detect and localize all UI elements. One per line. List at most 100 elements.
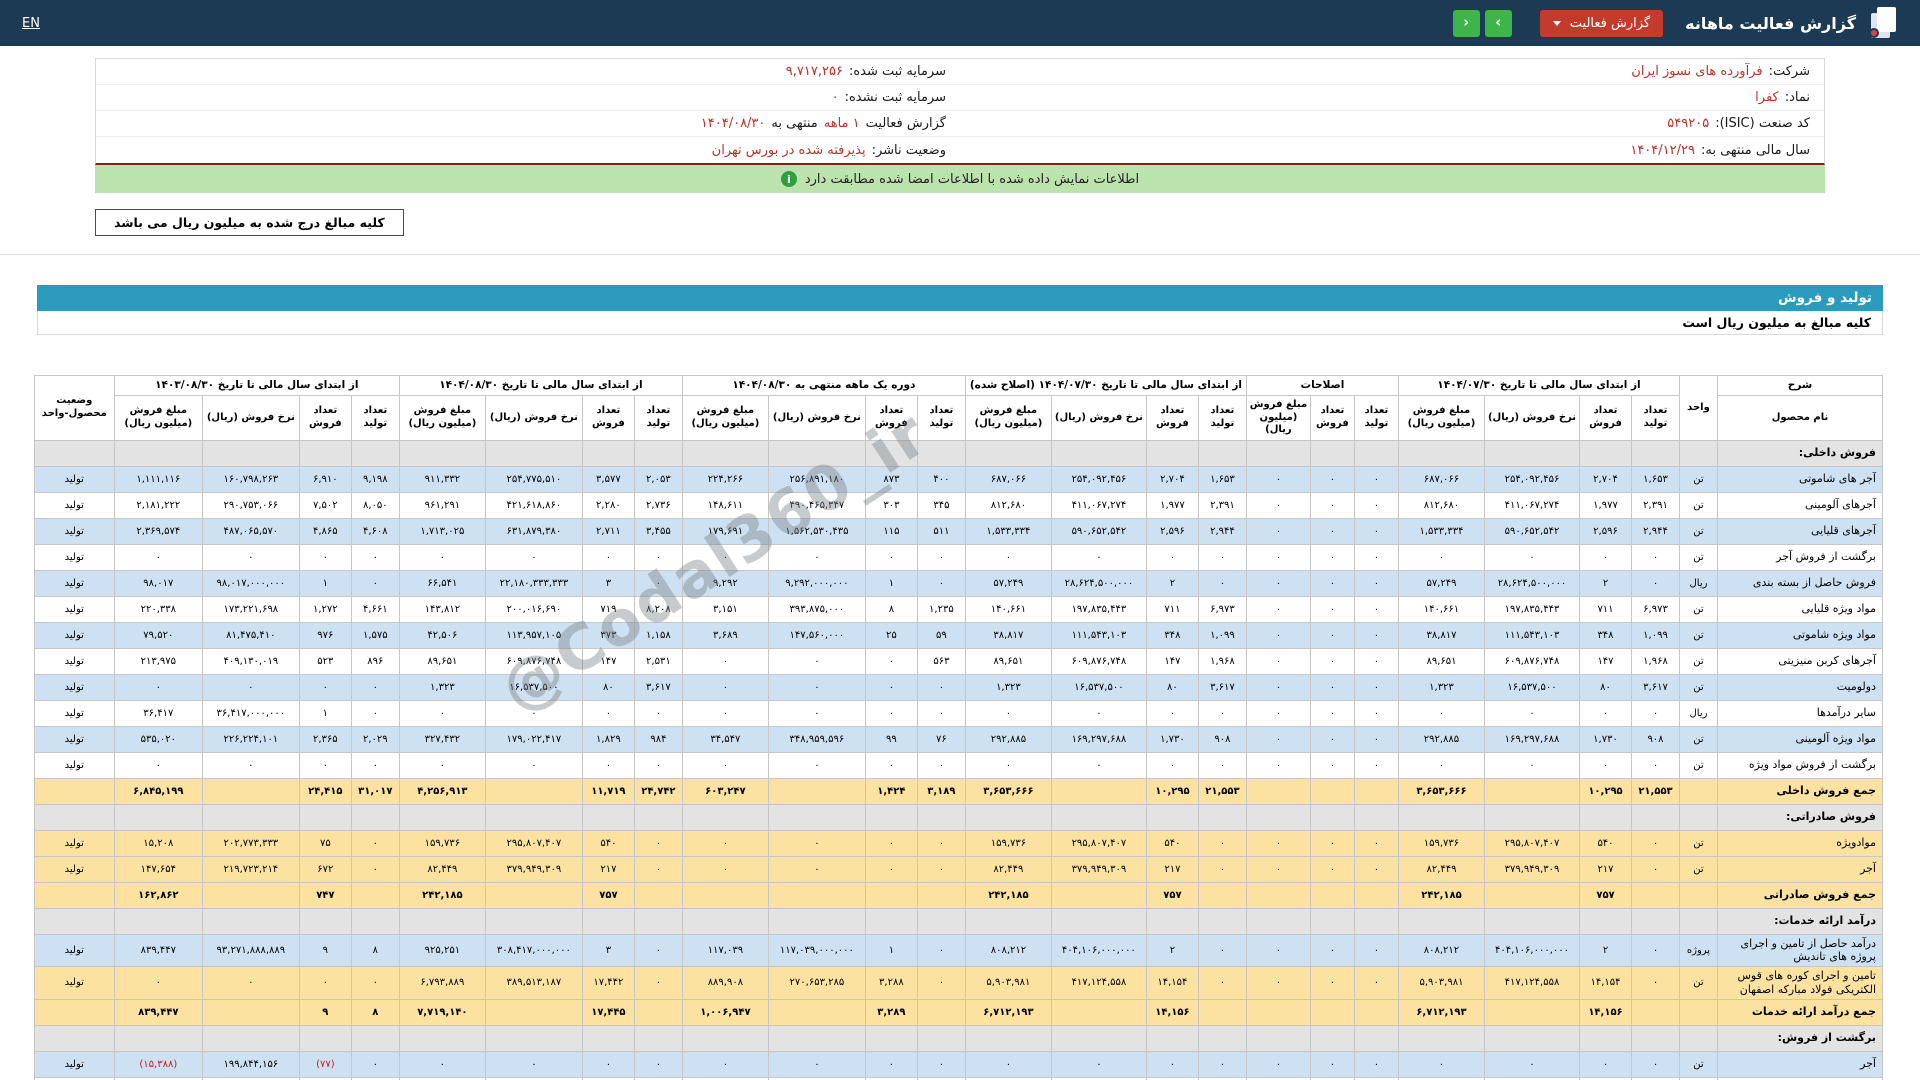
value-cell: ۵۷,۲۴۹ — [965, 570, 1051, 596]
product-status: تولید — [34, 830, 114, 856]
value-cell: ۱۴۸,۶۱۱ — [682, 492, 768, 518]
value-cell: ۲ — [1146, 570, 1198, 596]
value-cell: ۱۷۹,۶۹۱ — [682, 518, 768, 544]
value-cell — [202, 1025, 299, 1051]
value-cell: ۰ — [865, 830, 917, 856]
value-cell: ۳ — [582, 934, 634, 967]
value-cell: ۲,۵۹۶ — [1580, 518, 1632, 544]
next-report-button[interactable]: › — [1485, 10, 1512, 37]
value-cell: ۵۳۵,۰۲۰ — [114, 726, 202, 752]
value-cell: ۱۴,۱۵۶ — [1580, 999, 1632, 1025]
value-cell: ۲۸,۶۲۴,۵۰۰,۰۰۰ — [1485, 570, 1580, 596]
value-cell: ۸۰ — [582, 674, 634, 700]
value-cell: ۰ — [351, 674, 399, 700]
value-cell — [768, 778, 865, 804]
report-type-dropdown[interactable]: گزارش فعالیت — [1540, 10, 1663, 37]
value-cell: ۰ — [917, 544, 965, 570]
value-cell: ۲۴,۴۱۵ — [299, 778, 351, 804]
value-cell — [865, 882, 917, 908]
value-cell: ۷۱۱ — [1146, 596, 1198, 622]
value-cell: ۲۹۵,۸۰۷,۴۰۷ — [1051, 830, 1146, 856]
value-cell: ۶,۸۴۵,۱۹۹ — [114, 778, 202, 804]
value-cell — [865, 1025, 917, 1051]
value-cell — [1198, 440, 1246, 466]
product-name: آجر های شاموتی — [1718, 466, 1883, 492]
value-cell: ۰ — [865, 856, 917, 882]
value-cell: ۰ — [1246, 570, 1310, 596]
value-cell: ۲,۷۱۱ — [582, 518, 634, 544]
value-cell — [768, 908, 865, 934]
value-cell: ۰ — [1246, 967, 1310, 1000]
value-cell — [682, 440, 768, 466]
value-cell: ۸ — [351, 934, 399, 967]
value-cell: ۹,۱۹۸ — [351, 466, 399, 492]
info-value: ۱۴۰۴/۱۲/۲۹ — [1630, 143, 1695, 158]
info-row: شرکت:فرآورده های نسوز ایران — [960, 59, 1824, 85]
value-cell — [965, 908, 1051, 934]
prev-report-button[interactable]: ‹ — [1453, 10, 1480, 37]
value-cell — [1485, 999, 1580, 1025]
value-cell: ۰ — [1310, 674, 1354, 700]
product-status: تولید — [34, 934, 114, 967]
value-cell: ۰ — [1485, 700, 1580, 726]
value-cell — [1051, 882, 1146, 908]
english-language-link[interactable]: EN — [22, 16, 40, 31]
product-unit: پروژه — [1680, 934, 1718, 967]
table-row: مواد ویژه قلیاییتن۶,۹۷۳۷۱۱۱۹۷,۸۳۵,۴۴۳۱۴۰… — [34, 596, 1882, 622]
value-cell: ۳,۱۸۹ — [917, 778, 965, 804]
value-cell — [1310, 440, 1354, 466]
value-cell: ۰ — [1354, 570, 1398, 596]
value-cell: ۰ — [399, 700, 485, 726]
value-cell: ۰ — [399, 752, 485, 778]
value-cell: ۱۶۲,۸۶۲ — [114, 882, 202, 908]
product-status — [34, 882, 114, 908]
value-cell: ۵۷,۲۴۹ — [1398, 570, 1484, 596]
value-cell: ۰ — [1354, 518, 1398, 544]
value-cell: ۰ — [634, 544, 682, 570]
value-cell: ۰ — [682, 544, 768, 570]
product-unit: ریال — [1680, 700, 1718, 726]
value-cell — [1354, 1025, 1398, 1051]
value-cell — [1146, 804, 1198, 830]
value-cell: ۰ — [202, 544, 299, 570]
value-cell: ۱,۰۹۹ — [1198, 622, 1246, 648]
value-cell: ۰ — [1632, 700, 1680, 726]
value-cell: ۰ — [865, 752, 917, 778]
column-subheader: تعداد تولید — [1354, 396, 1398, 441]
value-cell: ۶,۷۱۲,۱۹۳ — [965, 999, 1051, 1025]
table-row: فروش حاصل از بسته بندیریال۰۲۲۸,۶۲۴,۵۰۰,۰… — [34, 570, 1882, 596]
column-subheader: تعداد تولید — [917, 396, 965, 441]
value-cell — [1051, 440, 1146, 466]
value-cell — [917, 804, 965, 830]
value-cell: ۵۹۰,۶۵۲,۵۴۲ — [1051, 518, 1146, 544]
value-cell: ۸,۲۰۸ — [634, 596, 682, 622]
column-subheader: مبلغ فروش (میلیون ریال) — [1246, 396, 1310, 441]
value-cell: ۰ — [865, 674, 917, 700]
value-cell — [1580, 804, 1632, 830]
value-cell — [1398, 440, 1484, 466]
value-cell: ۲,۹۴۴ — [1632, 518, 1680, 544]
value-cell — [917, 440, 965, 466]
product-unit: ریال — [1680, 570, 1718, 596]
column-subheader: تعداد تولید — [634, 396, 682, 441]
value-cell: ۰ — [965, 700, 1051, 726]
report-type-dropdown-label: گزارش فعالیت — [1570, 16, 1650, 31]
value-cell: ۶۶,۵۴۱ — [399, 570, 485, 596]
value-cell: ۱,۹۷۷ — [1146, 492, 1198, 518]
value-cell — [1354, 882, 1398, 908]
value-cell: ۰ — [351, 830, 399, 856]
value-cell: ۱۴,۱۵۴ — [1580, 967, 1632, 1000]
value-cell: ۰ — [917, 752, 965, 778]
value-cell: ۰ — [1485, 544, 1580, 570]
value-cell: ۸۲,۴۴۹ — [965, 856, 1051, 882]
value-cell: ۸۹۶ — [351, 648, 399, 674]
value-cell: ۳۴۵ — [917, 492, 965, 518]
value-cell: ۰ — [768, 648, 865, 674]
value-cell — [399, 908, 485, 934]
value-cell: ۲,۳۹۱ — [1632, 492, 1680, 518]
value-cell: ۰ — [1398, 700, 1484, 726]
value-cell: ۰ — [582, 544, 634, 570]
value-cell: ۱۴,۱۵۶ — [1146, 999, 1198, 1025]
value-cell: ۴۲۱,۶۱۸,۸۶۰ — [485, 492, 582, 518]
product-unit: تن — [1680, 492, 1718, 518]
